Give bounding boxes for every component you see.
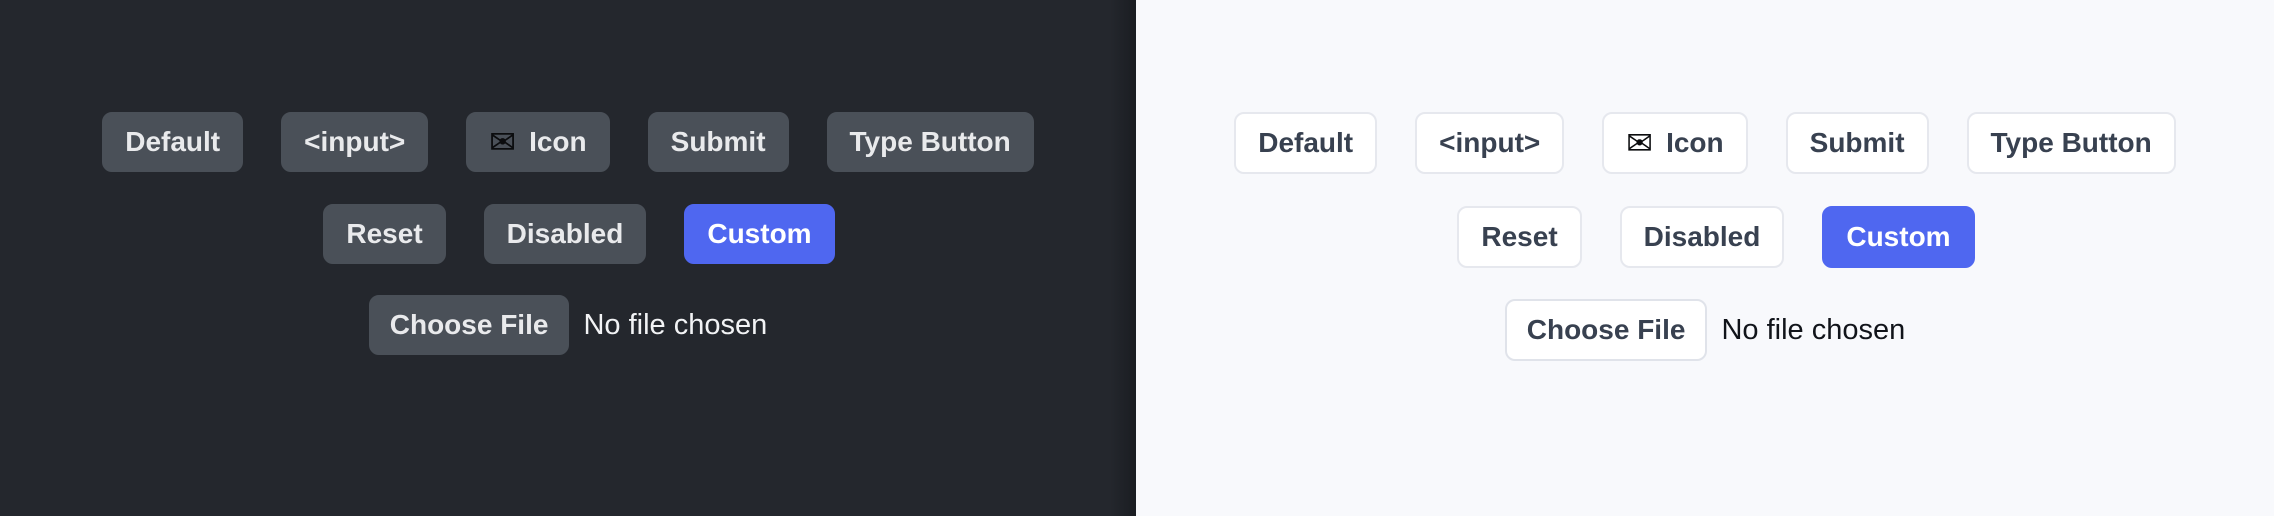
envelope-icon: ✉ (489, 123, 517, 161)
light-button-stack: Default <input> ✉ Icon Submit Type Butto… (1136, 0, 2274, 361)
light-disabled-button: Disabled (1619, 206, 1785, 268)
light-file-status-text: No file chosen (1721, 313, 1906, 346)
dark-reset-button[interactable]: Reset (323, 204, 446, 264)
dark-button-stack: Default <input> ✉ Icon Submit Type Butto… (0, 0, 1136, 355)
envelope-icon: ✉ (1626, 124, 1654, 162)
dark-type-button[interactable]: Type Button (826, 112, 1034, 172)
dark-input-button[interactable]: <input> (281, 112, 429, 172)
light-file-input[interactable]: Choose File No file chosen (1504, 299, 1906, 361)
light-submit-button[interactable]: Submit (1785, 112, 1929, 174)
light-icon-button-label: Icon (1666, 127, 1724, 158)
dark-file-status-text: No file chosen (583, 308, 768, 341)
dark-choose-file-button[interactable]: Choose File (368, 295, 570, 355)
dark-icon-button-label: Icon (529, 126, 587, 157)
dark-custom-button[interactable]: Custom (684, 204, 835, 264)
light-row-primary: Default <input> ✉ Icon Submit Type Butto… (1136, 112, 2274, 174)
light-input-button[interactable]: <input> (1415, 112, 1565, 174)
light-theme-panel: Default <input> ✉ Icon Submit Type Butto… (1136, 0, 2274, 516)
dark-file-input[interactable]: Choose File No file chosen (368, 295, 768, 355)
dark-default-button[interactable]: Default (102, 112, 244, 172)
light-default-button[interactable]: Default (1234, 112, 1378, 174)
dark-row-file: Choose File No file chosen (0, 295, 1136, 355)
theme-comparison-split: Default <input> ✉ Icon Submit Type Butto… (0, 0, 2274, 516)
dark-disabled-button: Disabled (483, 204, 647, 264)
dark-row-secondary: Reset Disabled Custom (22, 204, 1136, 264)
dark-row-primary: Default <input> ✉ Icon Submit Type Butto… (0, 112, 1136, 172)
dark-submit-button[interactable]: Submit (647, 112, 789, 172)
light-custom-button[interactable]: Custom (1822, 206, 1975, 268)
dark-icon-button[interactable]: ✉ Icon (466, 112, 610, 172)
light-choose-file-button[interactable]: Choose File (1504, 299, 1708, 361)
dark-theme-panel: Default <input> ✉ Icon Submit Type Butto… (0, 0, 1136, 516)
light-icon-button[interactable]: ✉ Icon (1602, 112, 1748, 174)
light-row-file: Choose File No file chosen (1136, 299, 2274, 361)
light-row-secondary: Reset Disabled Custom (1158, 206, 2274, 268)
light-type-button[interactable]: Type Button (1966, 112, 2176, 174)
light-reset-button[interactable]: Reset (1457, 206, 1582, 268)
